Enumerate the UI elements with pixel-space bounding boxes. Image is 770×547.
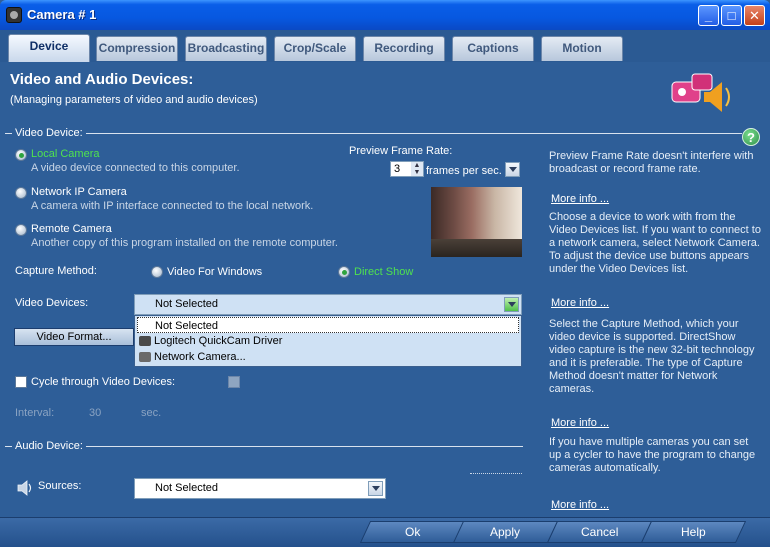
help-label: Help — [681, 525, 706, 539]
interval-value: 30 — [89, 407, 102, 419]
audio-section-label: Audio Device: — [12, 440, 86, 452]
more-info-link-1[interactable]: More info ... — [551, 193, 609, 205]
audio-sources-select[interactable]: Not Selected — [134, 478, 386, 499]
preview-rate-unit: frames per sec. — [426, 165, 502, 177]
tab-broadcasting[interactable]: Broadcasting — [185, 36, 267, 61]
interval-unit: sec. — [141, 407, 162, 419]
video-devices-dropdown-list[interactable]: Not Selected Logitech QuickCam Driver Ne… — [134, 315, 522, 367]
apply-label: Apply — [490, 525, 521, 539]
tab-crop-scale[interactable]: Crop/Scale — [274, 36, 356, 61]
direct-show-radio[interactable] — [338, 266, 350, 278]
maximize-button[interactable]: □ — [721, 5, 742, 26]
camera-sound-icon — [671, 73, 730, 112]
tab-captions[interactable]: Captions — [452, 36, 534, 61]
help-button[interactable]: Help — [640, 521, 747, 543]
tab-strip: Device Compression Broadcasting Crop/Sca… — [0, 30, 770, 62]
cycle-label[interactable]: Cycle through Video Devices: — [31, 376, 175, 388]
window-title: Camera # 1 — [27, 7, 97, 22]
capture-method-label: Capture Method: — [15, 265, 97, 277]
minimize-button[interactable]: _ — [698, 5, 719, 26]
tab-compression[interactable]: Compression — [96, 36, 178, 61]
level-meter — [470, 473, 522, 475]
camera-preview — [431, 187, 522, 257]
more-info-link-2[interactable]: More info ... — [551, 297, 609, 309]
title-bar[interactable]: Camera # 1 _ □ ✕ — [0, 0, 770, 30]
cycle-option-checkbox — [228, 376, 240, 388]
button-bar: Ok Apply Cancel Help — [0, 517, 770, 547]
chevron-down-icon[interactable] — [504, 297, 519, 312]
stepper-arrows-icon[interactable]: ▲ ▼ — [411, 162, 423, 176]
preview-rate-dropdown-arrow[interactable] — [505, 162, 520, 177]
more-info-link-3[interactable]: More info ... — [551, 417, 609, 429]
remote-camera-label[interactable]: Remote Camera — [31, 223, 112, 235]
tab-motion[interactable]: Motion — [541, 36, 623, 61]
preview-rate-value: 3 — [394, 163, 401, 175]
video-devices-label: Video Devices: — [15, 297, 89, 309]
list-item[interactable]: Logitech QuickCam Driver — [137, 333, 519, 349]
vfw-radio[interactable] — [151, 266, 163, 278]
cancel-label: Cancel — [580, 525, 619, 539]
video-section-label: Video Device: — [12, 127, 86, 139]
page-subtitle: (Managing parameters of video and audio … — [10, 94, 258, 106]
camera-app-icon — [6, 7, 22, 23]
ok-label: Ok — [404, 525, 421, 539]
apply-button[interactable]: Apply — [452, 521, 559, 543]
ok-button[interactable]: Ok — [359, 521, 466, 543]
close-button[interactable]: ✕ — [744, 5, 765, 26]
network-camera-icon — [139, 352, 151, 362]
speaker-icon — [17, 480, 32, 496]
network-camera-label[interactable]: Network IP Camera — [31, 186, 127, 198]
tab-device[interactable]: Device — [8, 34, 90, 62]
network-camera-desc: A camera with IP interface connected to … — [31, 200, 314, 212]
help-cycler: If you have multiple cameras you can set… — [549, 436, 756, 474]
list-item[interactable]: Not Selected — [137, 317, 519, 333]
video-devices-select[interactable]: Not Selected — [134, 294, 522, 315]
remote-camera-radio[interactable] — [15, 224, 27, 236]
audio-sources-label: Sources: — [38, 480, 82, 492]
preview-rate-label: Preview Frame Rate: — [349, 145, 453, 157]
video-devices-selected: Not Selected — [155, 298, 218, 310]
list-item[interactable]: Network Camera... — [137, 349, 519, 365]
network-camera-radio[interactable] — [15, 187, 27, 199]
local-camera-desc: A video device connected to this compute… — [31, 162, 240, 174]
list-item-label: Logitech QuickCam Driver — [154, 335, 283, 347]
interval-label: Interval: — [15, 407, 55, 419]
help-devices: Choose a device to work with from the Vi… — [549, 211, 761, 275]
cancel-button[interactable]: Cancel — [546, 521, 653, 543]
audio-sources-selected: Not Selected — [155, 482, 218, 494]
local-camera-radio[interactable] — [15, 149, 27, 161]
direct-show-label[interactable]: Direct Show — [354, 266, 413, 278]
help-preview-rate: Preview Frame Rate doesn't interfere wit… — [549, 150, 754, 175]
webcam-icon — [139, 336, 151, 346]
video-format-button[interactable]: Video Format... — [14, 328, 134, 346]
local-camera-label[interactable]: Local Camera — [31, 148, 99, 160]
more-info-link-4[interactable]: More info ... — [551, 499, 609, 511]
vfw-label[interactable]: Video For Windows — [167, 266, 262, 278]
remote-camera-desc: Another copy of this program installed o… — [31, 237, 338, 249]
page-title: Video and Audio Devices: — [10, 71, 194, 88]
video-section-divider — [5, 133, 742, 134]
list-item-label: Network Camera... — [154, 351, 246, 363]
tab-recording[interactable]: Recording — [363, 36, 445, 61]
help-capture-method: Select the Capture Method, which your vi… — [549, 318, 755, 395]
chevron-down-icon[interactable] — [368, 481, 383, 496]
cycle-checkbox[interactable] — [15, 376, 27, 388]
preview-rate-stepper[interactable]: 3 ▲ ▼ — [390, 161, 424, 177]
help-icon[interactable]: ? — [742, 128, 760, 146]
